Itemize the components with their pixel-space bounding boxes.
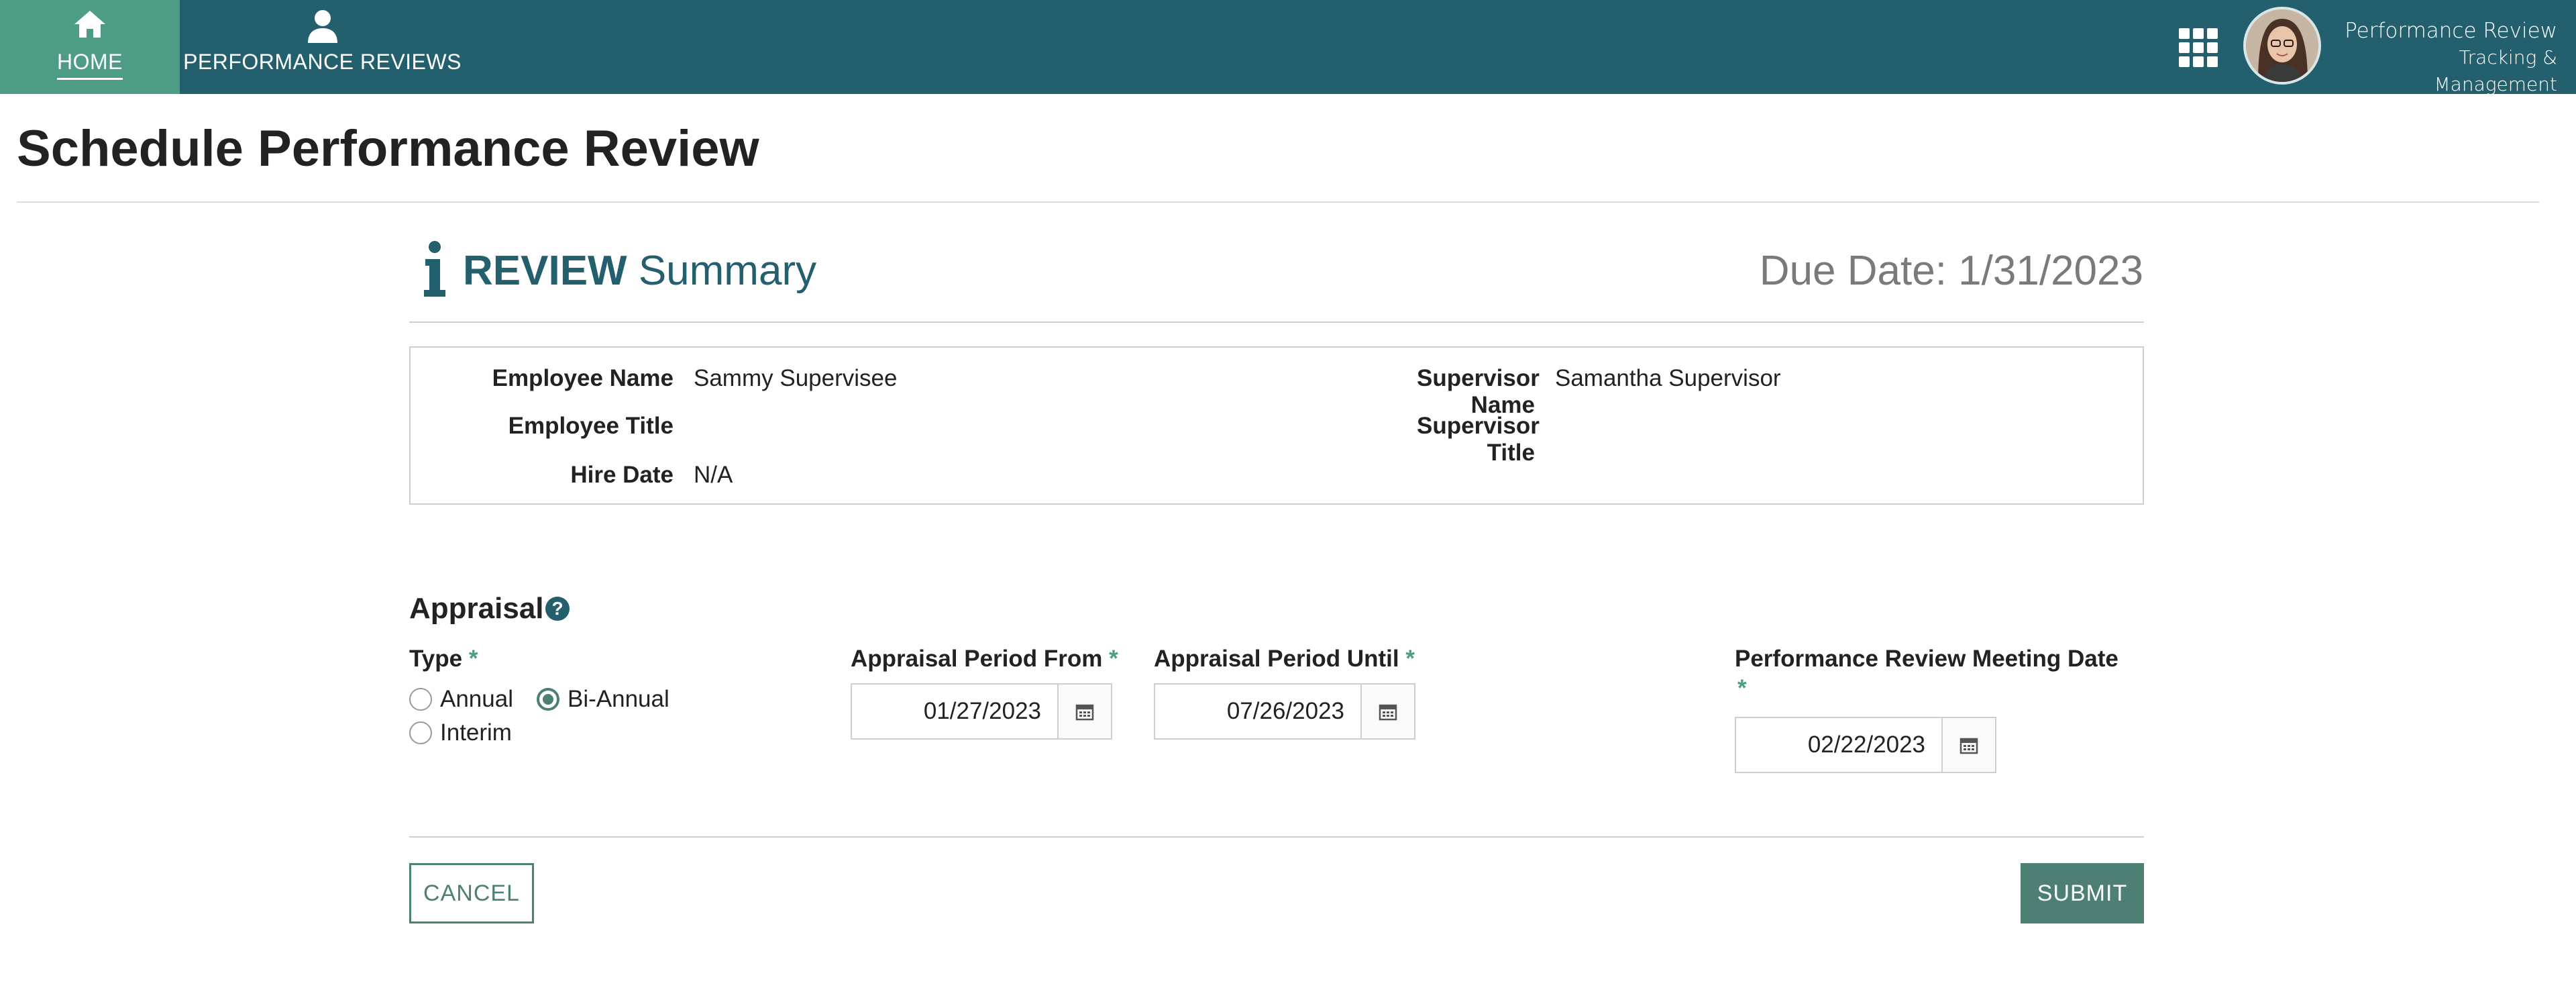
hire-date-label: Hire Date <box>570 462 674 488</box>
help-icon[interactable]: ? <box>545 597 570 621</box>
calendar-icon[interactable] <box>1057 683 1112 740</box>
period-from-label-text: Appraisal Period From <box>851 646 1103 672</box>
review-summary-box: Employee Name Sammy Supervisee Employee … <box>409 346 2144 505</box>
type-radio-annual-label: Annual <box>440 686 513 712</box>
home-icon <box>0 9 180 43</box>
top-navigation-bar: HOME PERFORMANCE REVIEWS Performance Rev… <box>0 0 2576 95</box>
submit-button[interactable]: SUBMIT <box>2021 863 2144 923</box>
meeting-date-label: Performance Review Meeting Date <box>1735 646 2118 672</box>
required-mark: * <box>1737 675 1747 701</box>
title-divider <box>17 201 2539 203</box>
review-summary-heading: REVIEW Summary <box>463 247 816 295</box>
brand-logo: Performance Review Tracking & Management <box>2336 17 2557 98</box>
calendar-icon[interactable] <box>1941 717 1996 773</box>
type-radio-bi-annual[interactable]: Bi-Annual <box>537 686 669 713</box>
type-radio-interim-label: Interim <box>440 719 512 746</box>
employee-title-label: Employee Title <box>508 413 674 439</box>
user-icon <box>180 9 465 43</box>
period-until-input[interactable]: 07/26/2023 <box>1154 683 1362 740</box>
grid-icon[interactable] <box>2179 28 2218 67</box>
period-from-input[interactable]: 01/27/2023 <box>851 683 1059 740</box>
info-icon <box>421 240 448 298</box>
supervisor-name-value: Samantha Supervisor <box>1555 365 1781 391</box>
calendar-icon[interactable] <box>1360 683 1415 740</box>
employee-name-value: Sammy Supervisee <box>694 365 898 391</box>
meeting-date-input[interactable]: 02/22/2023 <box>1735 717 1943 773</box>
type-radio-annual[interactable]: Annual <box>409 686 513 713</box>
user-avatar[interactable] <box>2243 7 2321 85</box>
hire-date-value: N/A <box>694 462 733 488</box>
nav-performance-reviews-label: PERFORMANCE REVIEWS <box>183 50 462 74</box>
required-mark: * <box>468 646 478 672</box>
nav-home[interactable]: HOME <box>0 0 180 94</box>
period-until-label: Appraisal Period Until * <box>1154 646 1415 672</box>
employee-name-label: Employee Name <box>492 365 674 391</box>
type-label-text: Type <box>409 646 463 672</box>
type-radio-bi-annual-label: Bi-Annual <box>568 686 669 712</box>
radio-checked-icon[interactable] <box>537 688 559 711</box>
nav-performance-reviews[interactable]: PERFORMANCE REVIEWS <box>180 0 465 94</box>
required-mark: * <box>1109 646 1118 672</box>
period-from-label: Appraisal Period From * <box>851 646 1118 672</box>
review-summary-heading-rest: Summary <box>638 248 817 294</box>
nav-home-label: HOME <box>57 50 123 80</box>
review-summary-heading-bold: REVIEW <box>463 248 627 294</box>
due-date: Due Date: 1/31/2023 <box>1759 248 2143 294</box>
brand-title: Performance Review <box>2345 19 2557 43</box>
type-label: Type * <box>409 646 478 672</box>
actions-divider <box>409 836 2144 838</box>
supervisor-name-label: Supervisor Name <box>1417 365 1540 418</box>
radio-unchecked-icon[interactable] <box>409 688 432 711</box>
type-radio-interim[interactable]: Interim <box>409 719 512 746</box>
cancel-button[interactable]: CANCEL <box>409 863 534 923</box>
period-until-label-text: Appraisal Period Until <box>1154 646 1399 672</box>
summary-divider <box>409 321 2144 323</box>
radio-unchecked-icon[interactable] <box>409 721 432 744</box>
appraisal-title: Appraisal <box>409 592 544 625</box>
required-mark: * <box>1405 646 1415 672</box>
brand-subtitle: Tracking & Management <box>2434 46 2557 95</box>
page-title: Schedule Performance Review <box>17 120 759 177</box>
supervisor-title-label: Supervisor Title <box>1417 413 1540 466</box>
